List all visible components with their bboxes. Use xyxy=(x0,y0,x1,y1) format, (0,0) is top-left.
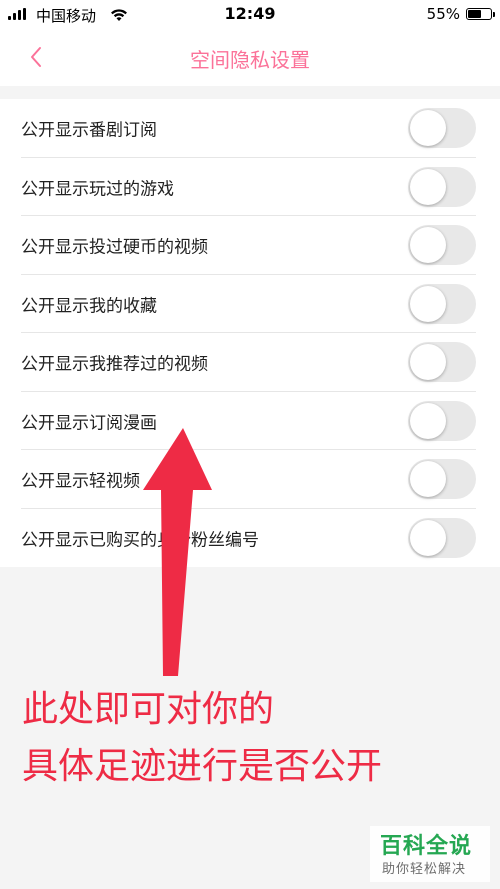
watermark-logo: 百科全说 助你轻松解决 xyxy=(370,826,490,882)
setting-row: 公开显示投过硬币的视频 xyxy=(0,216,500,275)
setting-row: 公开显示玩过的游戏 xyxy=(0,158,500,216)
setting-toggle[interactable] xyxy=(408,283,476,324)
annotation-line-2: 具体足迹进行是否公开 xyxy=(22,746,383,787)
setting-label: 公开显示我推荐过的视频 xyxy=(21,354,208,375)
setting-row: 公开显示我推荐过的视频 xyxy=(0,333,500,392)
setting-row: 公开显示我的收藏 xyxy=(0,275,500,333)
setting-label: 公开显示玩过的游戏 xyxy=(21,179,174,200)
setting-toggle[interactable] xyxy=(408,166,476,207)
setting-toggle[interactable] xyxy=(408,225,476,266)
watermark-subtitle: 助你轻松解决 xyxy=(382,862,467,877)
toggle-knob xyxy=(410,344,446,381)
setting-toggle[interactable] xyxy=(408,400,476,441)
setting-toggle[interactable] xyxy=(408,517,476,558)
page-title: 空间隐私设置 xyxy=(190,48,310,72)
toggle-knob xyxy=(410,285,446,322)
toggle-knob xyxy=(410,402,446,439)
toggle-knob xyxy=(410,519,446,556)
setting-label: 公开显示投过硬币的视频 xyxy=(21,237,208,258)
setting-label: 公开显示我的收藏 xyxy=(21,296,157,317)
settings-list: 公开显示番剧订阅 公开显示玩过的游戏 公开显示投过硬币的视频 公开显示我的收藏 公开显示… xyxy=(0,99,500,567)
setting-label: 公开显示轻视频 xyxy=(21,471,140,492)
setting-row: 公开显示轻视频 xyxy=(0,450,500,509)
battery-percent: 55% xyxy=(426,5,460,23)
setting-toggle[interactable] xyxy=(408,108,476,149)
nav-bar: 空间隐私设置 xyxy=(0,30,500,86)
toggle-knob xyxy=(410,168,446,205)
setting-label: 公开显示已购买的身份粉丝编号 xyxy=(21,530,259,551)
clock: 12:49 xyxy=(224,4,276,23)
toggle-knob xyxy=(410,227,446,264)
setting-toggle[interactable] xyxy=(408,459,476,500)
setting-row: 公开显示订阅漫画 xyxy=(0,392,500,450)
setting-label: 公开显示番剧订阅 xyxy=(21,120,157,141)
watermark-title: 百科全说 xyxy=(380,834,473,859)
setting-label: 公开显示订阅漫画 xyxy=(21,413,157,434)
toggle-knob xyxy=(410,461,446,498)
battery-icon xyxy=(466,8,495,20)
annotation-line-1: 此处即可对你的 xyxy=(22,689,275,730)
toggle-knob xyxy=(410,110,446,147)
setting-toggle[interactable] xyxy=(408,342,476,383)
setting-row: 公开显示番剧订阅 xyxy=(0,99,500,158)
setting-row: 公开显示已购买的身份粉丝编号 xyxy=(0,509,500,568)
status-bar: 中国移动 12:49 55% xyxy=(0,0,500,30)
